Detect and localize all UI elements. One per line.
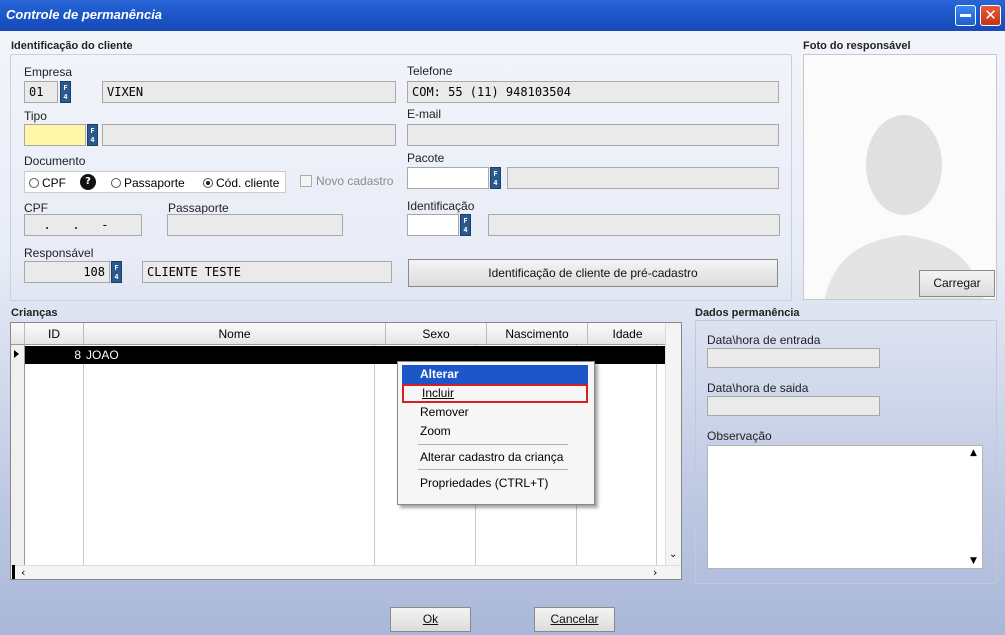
grid-line bbox=[656, 345, 657, 565]
cancelar-button[interactable]: Cancelar bbox=[534, 607, 615, 632]
scroll-marker bbox=[12, 565, 15, 579]
menu-item-incluir[interactable]: Incluir bbox=[402, 384, 588, 403]
menu-item-alterar[interactable]: Alterar bbox=[402, 365, 588, 384]
grid-line bbox=[374, 345, 375, 565]
radio-cpf-icon bbox=[29, 178, 39, 188]
novo-cadastro-checkbox[interactable]: Novo cadastro bbox=[300, 174, 393, 188]
minimize-icon[interactable] bbox=[955, 5, 976, 26]
label-responsavel: Responsável bbox=[24, 246, 94, 260]
label-email: E-mail bbox=[407, 107, 442, 121]
identificacao-f4-icon[interactable]: F4 bbox=[460, 214, 471, 236]
tipo-code-field[interactable] bbox=[24, 124, 86, 146]
title-bar: Controle de permanência ✕ bbox=[0, 0, 1005, 31]
row-indicator-column bbox=[11, 345, 25, 565]
scroll-up-icon[interactable]: ▲ bbox=[970, 448, 977, 458]
pacote-f4-icon[interactable]: F4 bbox=[490, 167, 501, 189]
pacote-code-field[interactable] bbox=[407, 167, 489, 189]
label-cpf: CPF bbox=[24, 201, 48, 215]
identificacao-name-field bbox=[488, 214, 780, 236]
scroll-right-icon[interactable]: › bbox=[653, 566, 657, 579]
entrada-field[interactable] bbox=[707, 348, 880, 368]
scroll-left-icon[interactable]: ‹ bbox=[21, 566, 25, 579]
photo-frame bbox=[803, 54, 997, 300]
cell-id: 8 bbox=[74, 348, 81, 362]
radio-cod-cliente[interactable]: Cód. cliente bbox=[203, 176, 279, 190]
close-icon[interactable]: ✕ bbox=[980, 5, 1001, 26]
column-header-nascimento[interactable]: Nascimento bbox=[487, 323, 588, 345]
column-header-nome[interactable]: Nome bbox=[84, 323, 386, 345]
menu-item-remover[interactable]: Remover bbox=[402, 403, 588, 422]
label-passaporte: Passaporte bbox=[168, 201, 229, 215]
carregar-button[interactable]: Carregar bbox=[919, 270, 995, 297]
menu-item-zoom[interactable]: Zoom bbox=[402, 422, 588, 441]
scroll-down-icon[interactable]: ⌄ bbox=[669, 549, 677, 560]
section-label-foto: Foto do responsável bbox=[803, 40, 911, 52]
responsavel-code-field[interactable]: 108 bbox=[24, 261, 110, 283]
column-header-sexo[interactable]: Sexo bbox=[386, 323, 487, 345]
radio-passaporte-icon bbox=[111, 178, 121, 188]
pre-cadastro-button[interactable]: Identificação de cliente de pré-cadastro bbox=[408, 259, 778, 287]
menu-separator bbox=[418, 469, 568, 470]
column-header-idade[interactable]: Idade bbox=[588, 323, 668, 345]
section-label-permanencia: Dados permanência bbox=[695, 307, 800, 319]
cpf-field[interactable]: . . - bbox=[24, 214, 142, 236]
label-empresa: Empresa bbox=[24, 65, 73, 79]
passaporte-field[interactable] bbox=[167, 214, 343, 236]
grid-corner bbox=[11, 323, 25, 345]
context-menu: Alterar Incluir Remover Zoom Alterar cad… bbox=[397, 361, 595, 505]
tipo-f4-icon[interactable]: F4 bbox=[87, 124, 98, 146]
menu-separator bbox=[418, 444, 568, 445]
label-saida: Data\hora de saida bbox=[707, 381, 809, 395]
label-tipo: Tipo bbox=[24, 109, 47, 123]
radio-cpf[interactable]: CPF bbox=[29, 176, 66, 190]
person-silhouette-icon bbox=[804, 55, 996, 299]
grid-line bbox=[83, 345, 84, 565]
pacote-name-field bbox=[507, 167, 779, 189]
responsavel-f4-icon[interactable]: F4 bbox=[111, 261, 122, 283]
empresa-name-field: VIXEN bbox=[102, 81, 396, 103]
checkbox-icon bbox=[300, 175, 312, 187]
telefone-field[interactable]: COM: 55 (11) 948103504 bbox=[407, 81, 779, 103]
section-label-criancas: Crianças bbox=[11, 307, 58, 319]
label-identificacao: Identificação bbox=[407, 199, 475, 213]
email-field[interactable] bbox=[407, 124, 779, 146]
vertical-scrollbar[interactable]: ⌄ bbox=[665, 323, 681, 565]
empresa-f4-icon[interactable]: F4 bbox=[60, 81, 71, 103]
label-entrada: Data\hora de entrada bbox=[707, 333, 821, 347]
saida-field[interactable] bbox=[707, 396, 880, 416]
documento-radio-group: CPF ? Passaporte Cód. cliente bbox=[24, 171, 286, 193]
menu-item-alterar-cadastro[interactable]: Alterar cadastro da criança bbox=[402, 448, 588, 467]
label-pacote: Pacote bbox=[407, 151, 445, 165]
window-title: Controle de permanência bbox=[6, 7, 163, 22]
label-telefone: Telefone bbox=[407, 64, 453, 78]
label-documento: Documento bbox=[24, 154, 86, 168]
radio-cod-cliente-icon bbox=[203, 178, 213, 188]
cell-nome: JOAO bbox=[86, 348, 119, 362]
radio-passaporte[interactable]: Passaporte bbox=[111, 176, 185, 190]
tipo-name-field bbox=[102, 124, 396, 146]
horizontal-scrollbar[interactable]: ‹ › bbox=[11, 565, 681, 579]
row-pointer-icon bbox=[14, 350, 19, 358]
identificacao-code-field[interactable] bbox=[407, 214, 459, 236]
empresa-code-field[interactable]: 01 bbox=[24, 81, 58, 103]
observacao-textarea[interactable]: ▲ ▼ bbox=[707, 445, 983, 569]
column-header-id[interactable]: ID bbox=[25, 323, 84, 345]
help-icon[interactable]: ? bbox=[80, 174, 96, 190]
section-label-cliente: Identificação do cliente bbox=[11, 40, 133, 52]
menu-item-propriedades[interactable]: Propriedades (CTRL+T) bbox=[402, 474, 588, 493]
scroll-down-icon[interactable]: ▼ bbox=[970, 556, 977, 566]
label-observacao: Observação bbox=[707, 429, 772, 443]
responsavel-name-field: CLIENTE TESTE bbox=[142, 261, 392, 283]
ok-button[interactable]: Ok bbox=[390, 607, 471, 632]
